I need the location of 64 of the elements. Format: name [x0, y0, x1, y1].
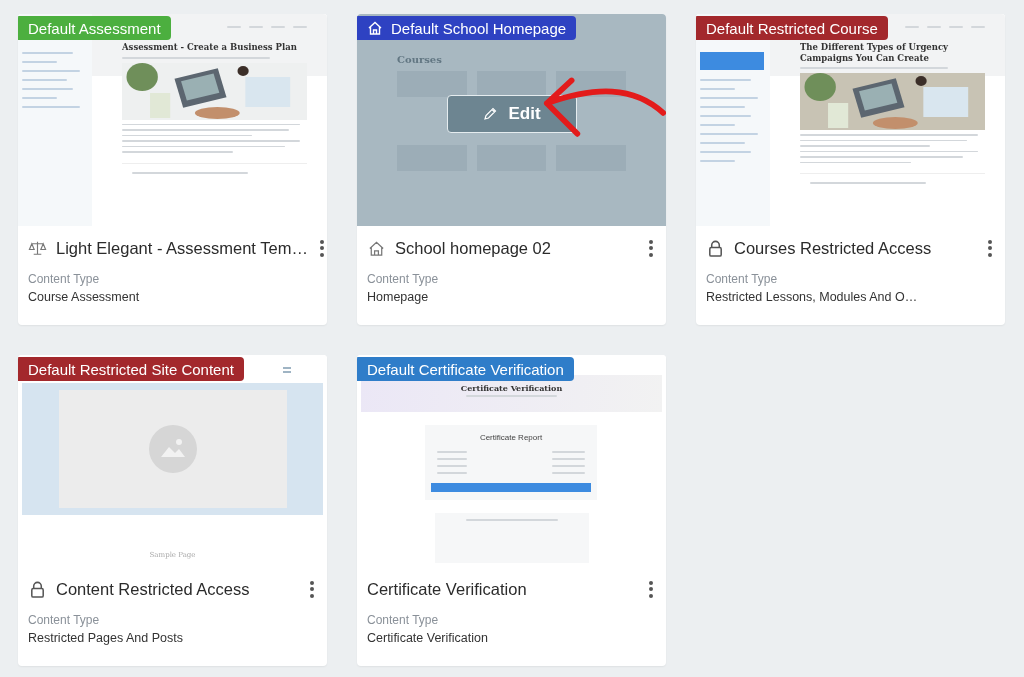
- text-line: [552, 458, 585, 460]
- content-type-value: Homepage: [367, 290, 430, 304]
- preview-heading: Courses: [397, 54, 443, 65]
- content-type-label: Content Type: [367, 613, 440, 627]
- preview-heading: The Different Types of Urgency Campaigns You Can Create: [800, 42, 950, 64]
- text-line: [700, 151, 752, 153]
- template-card[interactable]: Default Restricted Course The Different Types of Urgency Campaigns You Can Create Courses Restricted Access Content Type Restricted Lessons, Modules And O…: [696, 14, 1005, 325]
- text-line: [437, 451, 467, 453]
- template-card[interactable]: Default Assessment Assessment - Create a Business Plan Light Elegant - Assessment Tem… Content Type Course Assessment: [18, 14, 327, 325]
- template-card[interactable]: Default School Homepage Courses Edit School homepage 02 Content Type Homepage: [357, 14, 666, 325]
- template-title: Light Elegant - Assessment Tem…: [56, 238, 308, 258]
- text-line: [22, 106, 80, 108]
- text-line: [700, 115, 752, 117]
- template-title: Content Restricted Access: [56, 579, 251, 599]
- text-line: [552, 451, 585, 453]
- badge-label: Default Certificate Verification: [367, 360, 564, 378]
- pencil-icon: [482, 106, 499, 122]
- content-type-label: Content Type: [28, 272, 101, 286]
- course-tile: [397, 71, 467, 97]
- preview-heading: Assessment - Create a Business Plan: [122, 42, 298, 53]
- text-line: [22, 70, 80, 72]
- report-heading: Certificate Report: [478, 433, 544, 442]
- badge-label: Default Restricted Site Content: [28, 360, 234, 378]
- content-type-value: Course Assessment: [28, 290, 141, 304]
- content-type-label: Content Type: [28, 613, 101, 627]
- text-line: [700, 142, 745, 144]
- course-tile: [476, 71, 547, 97]
- badge-label: Default Assessment: [28, 19, 161, 37]
- text-line: [22, 52, 74, 54]
- badge-label: Default Restricted Course: [706, 19, 878, 37]
- text-line: [700, 97, 758, 99]
- content-type-value: Restricted Lessons, Modules And O…: [706, 290, 919, 304]
- text-line: [437, 465, 467, 467]
- content-type-label: Content Type: [706, 272, 779, 286]
- text-line: [700, 106, 745, 108]
- template-title: School homepage 02: [395, 238, 552, 258]
- text-line: [552, 472, 585, 474]
- text-line: [437, 458, 467, 460]
- lock-icon: [28, 579, 47, 599]
- image-icon: [148, 425, 197, 473]
- text-line: [22, 79, 67, 81]
- home-icon: [367, 238, 386, 258]
- menu-icon: [283, 367, 291, 373]
- text-line: [552, 465, 585, 467]
- text-line: [700, 124, 736, 126]
- text-line: [22, 97, 58, 99]
- text-line: [700, 160, 736, 162]
- text-line: [700, 133, 758, 135]
- content-type-value: Certificate Verification: [367, 631, 489, 645]
- text-line: [437, 472, 467, 474]
- lock-icon: [706, 238, 725, 258]
- badge-label: Default School Homepage: [391, 19, 567, 37]
- template-title: Courses Restricted Access: [734, 238, 933, 258]
- text-line: [700, 88, 736, 90]
- edit-button[interactable]: Edit: [446, 95, 577, 133]
- text-line: [700, 79, 752, 81]
- content-type-label: Content Type: [367, 272, 440, 286]
- content-type-value: Restricted Pages And Posts: [28, 631, 184, 645]
- home-icon: [367, 20, 383, 36]
- preview-heading: Certificate Verification: [459, 383, 564, 393]
- template-card[interactable]: Default Certificate Verification Certificate Verification Certificate Report Certificate Verification Content Type Certificate Verification: [357, 355, 666, 666]
- text-line: [22, 61, 58, 63]
- template-title: Certificate Verification: [367, 579, 528, 599]
- text-line: [22, 88, 74, 90]
